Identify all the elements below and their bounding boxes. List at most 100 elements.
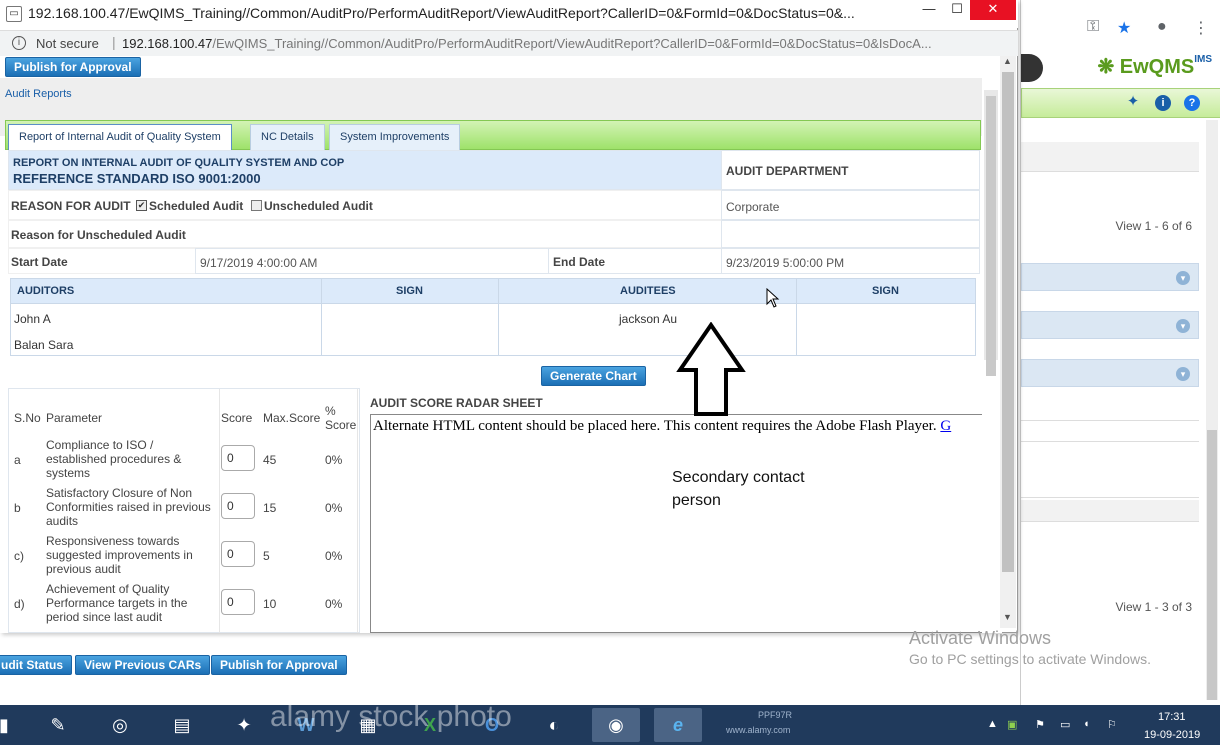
collapsible-panel-2[interactable]: ▾ (1021, 311, 1199, 339)
unscheduled-checkbox[interactable] (251, 200, 262, 211)
row-sno: c) (14, 549, 24, 563)
view-previous-cars-button[interactable]: View Previous CARs (75, 655, 211, 675)
info-icon[interactable]: i (12, 36, 26, 50)
sign-header: SIGN (396, 285, 423, 297)
pager-text-2: View 1 - 3 of 3 (1115, 600, 1193, 614)
start-date-value: 9/17/2019 4:00:00 AM (200, 256, 318, 270)
profile-icon[interactable]: ● (1157, 18, 1167, 36)
score-input[interactable]: 0 (221, 445, 255, 471)
minimize-button[interactable]: — (914, 0, 944, 20)
title-bar[interactable]: ▭ 192.168.100.47/EwQIMS_Training//Common… (0, 0, 1018, 28)
safari-icon[interactable]: ◎ (96, 708, 144, 742)
chevron-down-icon[interactable]: ▾ (1176, 271, 1190, 285)
help-icon[interactable]: ? (1184, 95, 1200, 111)
scrollbar-thumb[interactable] (1207, 430, 1217, 700)
report-title-line1: REPORT ON INTERNAL AUDIT OF QUALITY SYST… (13, 157, 345, 169)
pin-icon[interactable]: ✦ (1125, 94, 1141, 110)
address-bar[interactable]: i Not secure | 192.168.100.47/EwQIMS_Tra… (0, 30, 1018, 56)
stock-watermark: alamy stock photo (270, 700, 512, 733)
row-sno: b (14, 501, 21, 515)
auditor-name: John A (14, 312, 51, 326)
bottom-toolbar: udit Status View Previous CARs Publish f… (0, 655, 1000, 677)
scroll-up-icon[interactable]: ▲ (1003, 56, 1012, 66)
network-icon[interactable]: ▭ (1060, 718, 1070, 731)
tray-expand-icon[interactable]: ▲ (987, 718, 998, 730)
scheduled-checkbox[interactable]: ✔ (136, 200, 147, 211)
auditee-name: jackson Au (619, 312, 678, 326)
auditors-table: AUDITORS SIGN AUDITEES SIGN John A Balan… (10, 278, 976, 356)
menu-icon[interactable]: ⋮ (1193, 18, 1209, 38)
action-center-icon[interactable]: ⚐ (1107, 718, 1117, 731)
chevron-down-icon[interactable]: ▾ (1176, 367, 1190, 381)
score-input[interactable]: 0 (221, 589, 255, 615)
url-text[interactable]: 192.168.100.47/EwQIMS_Training//Common/A… (122, 36, 932, 51)
publish-for-approval-button[interactable]: Publish for Approval (5, 57, 141, 77)
end-date-label-cell: End Date (548, 248, 722, 274)
tab-system-improvements[interactable]: System Improvements (329, 124, 461, 151)
app-logo: ❋ EwQMSIMS (1097, 54, 1212, 78)
chrome-icon[interactable]: ◉ (592, 708, 640, 742)
score-input[interactable]: 0 (221, 541, 255, 567)
flash-alt-message: Alternate HTML content should be placed … (373, 418, 937, 434)
row-pct-score: 0% (325, 597, 343, 611)
info-icon[interactable]: i (1155, 95, 1171, 111)
audit-department-label: AUDIT DEPARTMENT (726, 164, 849, 178)
divider (498, 279, 499, 355)
audit-status-button[interactable]: udit Status (0, 655, 72, 675)
row-pct-score: 0% (325, 549, 343, 563)
maximize-button[interactable]: ☐ (942, 0, 972, 20)
scrollbar-thumb[interactable] (1002, 72, 1014, 572)
flash-download-link[interactable]: G (940, 418, 951, 434)
generate-chart-button[interactable]: Generate Chart (541, 366, 646, 386)
eclipse-icon[interactable]: ◐ (530, 708, 578, 742)
scrollbar[interactable] (1206, 120, 1218, 700)
tray-app-icon[interactable]: ▣ (1007, 718, 1017, 731)
up-arrow-icon (676, 322, 746, 416)
logo-sup: IMS (1194, 54, 1212, 65)
radar-sheet-title: AUDIT SCORE RADAR SHEET (370, 396, 543, 410)
close-button[interactable]: ✕ (970, 0, 1016, 20)
collapsible-panel-3[interactable]: ▾ (1021, 359, 1199, 387)
flag-icon[interactable]: ⚑ (1035, 718, 1045, 731)
popup-scrollbar[interactable]: ▲ ▼ (1000, 56, 1016, 628)
report-title-cell: REPORT ON INTERNAL AUDIT OF QUALITY SYST… (8, 150, 722, 190)
unscheduled-label: Unscheduled Audit (264, 199, 373, 213)
row-pct-score: 0% (325, 453, 343, 467)
report-title-line2: REFERENCE STANDARD ISO 9001:2000 (13, 171, 261, 186)
list-item (1021, 420, 1199, 442)
clock-date[interactable]: 19-09-2019 (1144, 729, 1200, 741)
avatar[interactable] (1021, 54, 1043, 82)
watermark-subtitle: Go to PC settings to activate Windows. (909, 651, 1151, 667)
folder-icon[interactable]: ▮ (0, 708, 28, 742)
unscheduled-reason-row: Reason for Unscheduled Audit (8, 220, 722, 248)
publish-for-approval-bottom-button[interactable]: Publish for Approval (211, 655, 347, 675)
pager-text-1: View 1 - 6 of 6 (1115, 219, 1193, 233)
score-header: Score (221, 411, 253, 425)
ie-icon[interactable]: e (654, 708, 702, 742)
start-date-label-cell: Start Date (8, 248, 196, 274)
divider (357, 389, 358, 633)
collapsible-panel-1[interactable]: ▾ (1021, 263, 1199, 291)
paint-icon[interactable]: ✦ (220, 708, 268, 742)
tab-nc-details[interactable]: NC Details (250, 124, 325, 151)
scroll-down-icon[interactable]: ▼ (1003, 612, 1012, 622)
flash-alt-text: Alternate HTML content should be placed … (373, 418, 951, 435)
score-input[interactable]: 0 (221, 493, 255, 519)
security-label[interactable]: Not secure (36, 36, 99, 51)
inner-scrollbar[interactable] (984, 90, 998, 376)
volume-icon[interactable]: ◖ (1083, 718, 1090, 730)
flash-placeholder: Alternate HTML content should be placed … (370, 414, 982, 633)
file-explorer-icon[interactable]: ▤ (158, 708, 206, 742)
row-sno: a (14, 453, 21, 467)
breadcrumb[interactable]: Audit Reports (5, 88, 72, 100)
key-icon[interactable]: ⚿ (1087, 18, 1099, 36)
notepad-plus-icon[interactable]: ✎ (34, 708, 82, 742)
clock-time[interactable]: 17:31 (1158, 711, 1186, 723)
start-date-label: Start Date (11, 255, 68, 269)
scrollbar-thumb[interactable] (986, 96, 996, 376)
chevron-down-icon[interactable]: ▾ (1176, 319, 1190, 333)
star-icon[interactable]: ★ (1117, 18, 1131, 38)
tab-internal-audit-report[interactable]: Report of Internal Audit of Quality Syst… (8, 124, 232, 151)
audit-department-value-cell: Corporate (721, 190, 980, 220)
cursor-icon (766, 288, 780, 308)
